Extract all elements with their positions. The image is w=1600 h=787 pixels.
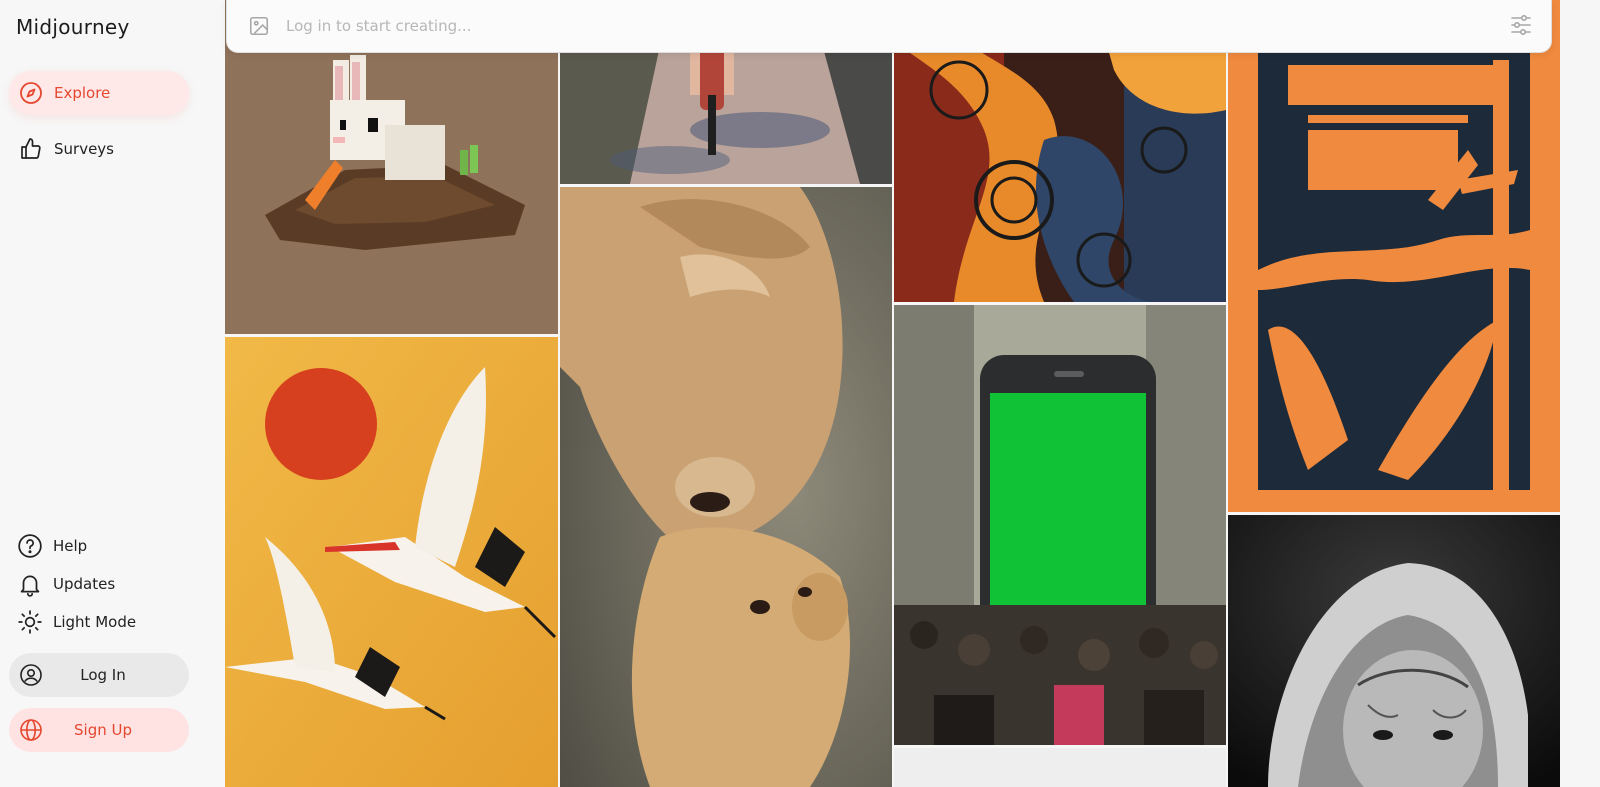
gallery-image-tropical-print[interactable] (1228, 0, 1560, 512)
sign-up-label: Sign Up (74, 721, 132, 739)
settings-sliders-icon[interactable] (1509, 13, 1533, 37)
sign-up-button[interactable]: Sign Up (9, 708, 189, 752)
light-mode-toggle[interactable]: Light Mode (17, 608, 136, 636)
sidebar-item-explore[interactable]: Explore (9, 71, 189, 115)
sidebar-item-label: Explore (54, 84, 111, 102)
sidebar-item-label: Surveys (54, 140, 114, 158)
updates-link[interactable]: Updates (17, 570, 115, 598)
explore-gallery (225, 0, 1600, 787)
prompt-bar (226, 0, 1552, 53)
image-upload-icon[interactable] (248, 15, 270, 37)
gallery-image-placeholder (894, 748, 1226, 787)
log-in-button[interactable]: Log In (9, 653, 189, 697)
app-root: Midjourney Explore Surveys Help Updates … (0, 0, 1600, 787)
help-circle-icon (17, 533, 43, 559)
sun-icon (17, 609, 43, 635)
sidebar: Midjourney Explore Surveys Help Updates … (0, 0, 228, 787)
brand-logo-text[interactable]: Midjourney (16, 15, 130, 39)
gallery-image-lions[interactable] (560, 187, 892, 787)
log-in-label: Log In (80, 666, 126, 684)
prompt-input[interactable] (286, 11, 1436, 41)
gallery-image-cranes[interactable] (225, 337, 558, 787)
help-link[interactable]: Help (17, 532, 87, 560)
bell-icon (17, 571, 43, 597)
updates-label: Updates (53, 575, 116, 593)
thumbs-up-icon (19, 137, 43, 161)
compass-icon (19, 81, 43, 105)
light-mode-label: Light Mode (53, 613, 137, 631)
gallery-image-green-phone[interactable] (894, 305, 1226, 745)
sidebar-item-surveys[interactable]: Surveys (9, 127, 189, 171)
gallery-image-hooded-woman[interactable] (1228, 515, 1560, 787)
help-label: Help (53, 537, 88, 555)
